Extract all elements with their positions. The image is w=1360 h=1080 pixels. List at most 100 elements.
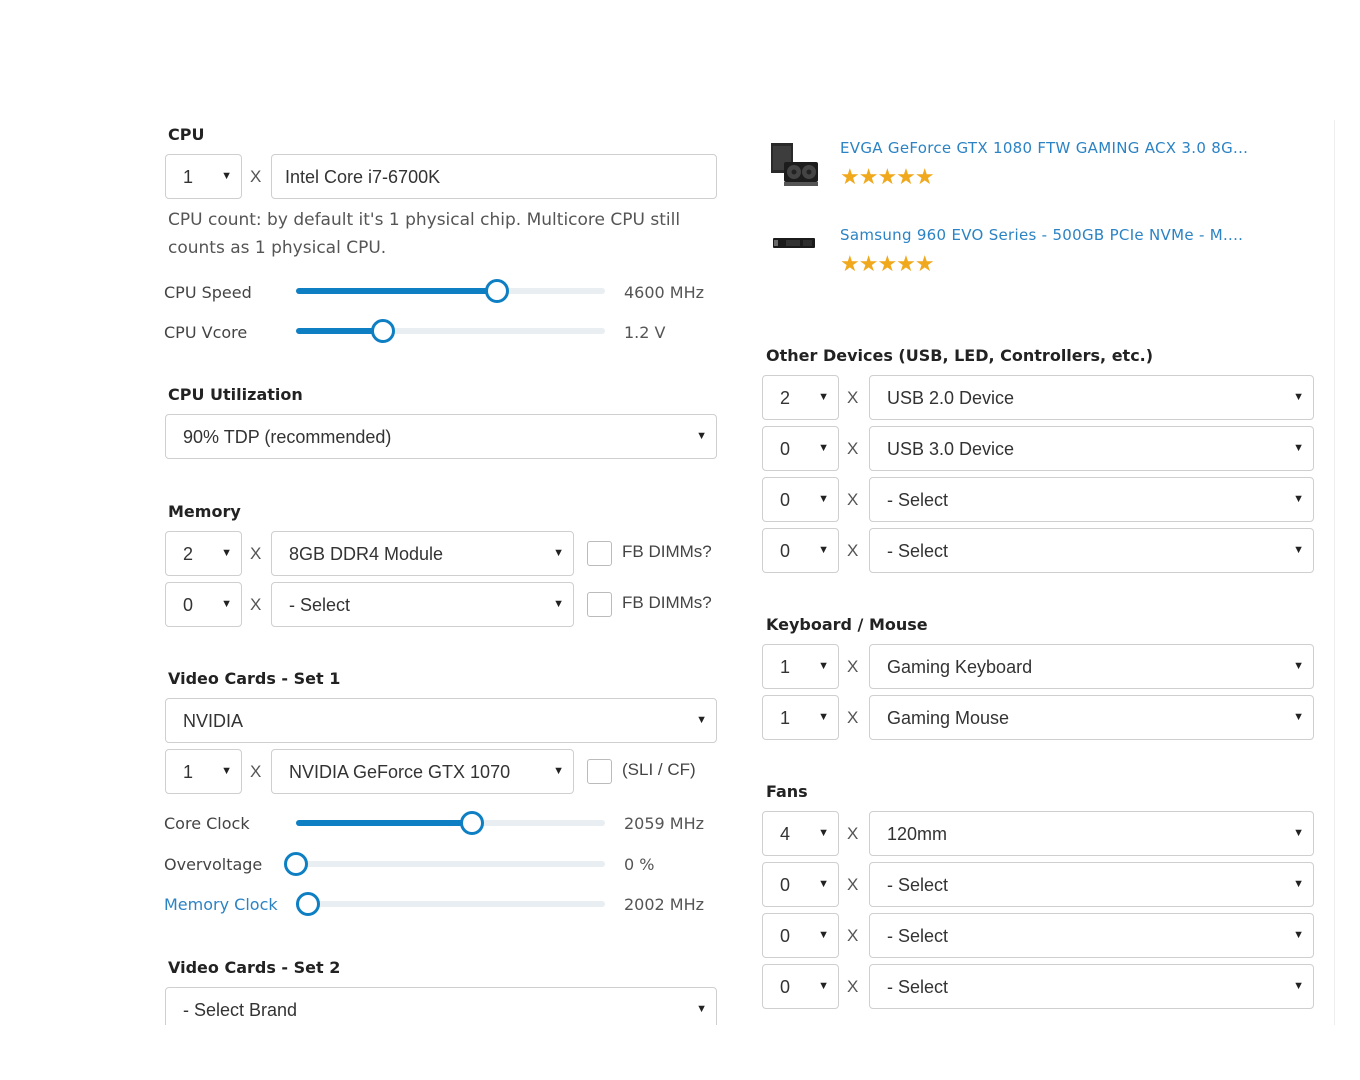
chevron-down-icon: ▼ <box>221 170 232 182</box>
sli-cf-checkbox[interactable] <box>587 759 612 784</box>
fan-select-2[interactable]: - Select ▼ <box>869 862 1314 907</box>
video-set2-brand-select[interactable]: - Select Brand ▼ <box>165 987 717 1025</box>
fan-count-select-4[interactable]: 0 ▼ <box>762 964 839 1009</box>
other-device-select-4[interactable]: - Select ▼ <box>869 528 1314 573</box>
other-device-count-select-3[interactable]: 0 ▼ <box>762 477 839 522</box>
chevron-down-icon: ▼ <box>818 660 829 672</box>
fan-count-select-3[interactable]: 0 ▼ <box>762 913 839 958</box>
memory-count-select-2[interactable]: 0 ▼ <box>165 582 242 627</box>
cpu-utilization-select[interactable]: 90% TDP (recommended) ▼ <box>165 414 717 459</box>
cpu-model-input[interactable]: Intel Core i7-6700K <box>271 154 717 199</box>
fan-value: - Select <box>887 977 949 997</box>
fan-count-select-2[interactable]: 0 ▼ <box>762 862 839 907</box>
cpu-count-select[interactable]: 1 ▼ <box>165 154 242 199</box>
core-clock-handle[interactable] <box>460 811 485 835</box>
mouse-select[interactable]: Gaming Mouse ▼ <box>869 695 1314 740</box>
fan-value: - Select <box>887 926 949 946</box>
video-set1-model-select[interactable]: NVIDIA GeForce GTX 1070 ▼ <box>271 749 574 794</box>
video-set1-count-value: 1 <box>183 762 194 782</box>
chevron-down-icon: ▼ <box>818 391 829 403</box>
chevron-down-icon: ▼ <box>1293 878 1304 890</box>
fan-select-3[interactable]: - Select ▼ <box>869 913 1314 958</box>
fb-dimms-checkbox-2[interactable] <box>587 592 612 617</box>
cpu-vcore-handle[interactable] <box>370 319 395 343</box>
cpu-count-value: 1 <box>183 167 194 187</box>
memory-clock-handle[interactable] <box>296 892 321 916</box>
fan-count-value: 0 <box>780 926 791 946</box>
fan-count-select-1[interactable]: 4 ▼ <box>762 811 839 856</box>
keyboard-count-select[interactable]: 1 ▼ <box>762 644 839 689</box>
product-rating-stars: ★★★★★ <box>840 252 935 277</box>
other-device-count-select-1[interactable]: 2 ▼ <box>762 375 839 420</box>
gpu-product-image[interactable] <box>768 140 820 192</box>
mouse-value: Gaming Mouse <box>887 708 1010 728</box>
other-device-count-value: 0 <box>780 490 791 510</box>
multiplier-sign: X <box>250 167 262 186</box>
video-set1-count-select[interactable]: 1 ▼ <box>165 749 242 794</box>
chevron-down-icon: ▼ <box>1293 493 1304 505</box>
multiplier-sign: X <box>250 595 262 614</box>
chevron-down-icon: ▼ <box>818 711 829 723</box>
mouse-count-value: 1 <box>780 708 791 728</box>
other-device-select-1[interactable]: USB 2.0 Device ▼ <box>869 375 1314 420</box>
other-device-count-select-4[interactable]: 0 ▼ <box>762 528 839 573</box>
chevron-down-icon: ▼ <box>818 980 829 992</box>
fb-dimms-label: FB DIMMs? <box>622 593 712 612</box>
other-device-count-value: 2 <box>780 388 791 408</box>
cpu-vcore-label: CPU Vcore <box>164 323 248 342</box>
video-set2-clip: - Select Brand ▼ <box>165 987 717 1025</box>
cpu-speed-slider[interactable] <box>296 279 605 303</box>
multiplier-sign: X <box>847 708 859 727</box>
cpu-speed-handle[interactable] <box>484 279 509 303</box>
chevron-down-icon: ▼ <box>1293 980 1304 992</box>
chevron-down-icon: ▼ <box>1293 442 1304 454</box>
other-device-value: USB 3.0 Device <box>887 439 1015 459</box>
fan-select-1[interactable]: 120mm ▼ <box>869 811 1314 856</box>
chevron-down-icon: ▼ <box>1293 660 1304 672</box>
chevron-down-icon: ▼ <box>1293 391 1304 403</box>
overvoltage-handle[interactable] <box>284 852 308 876</box>
other-device-select-3[interactable]: - Select ▼ <box>869 477 1314 522</box>
other-device-select-2[interactable]: USB 3.0 Device ▼ <box>869 426 1314 471</box>
overvoltage-label: Overvoltage <box>164 855 263 874</box>
overvoltage-slider[interactable] <box>284 852 605 876</box>
core-clock-slider[interactable] <box>296 811 605 835</box>
mouse-count-select[interactable]: 1 ▼ <box>762 695 839 740</box>
multiplier-sign: X <box>847 657 859 676</box>
other-device-count-select-2[interactable]: 0 ▼ <box>762 426 839 471</box>
chevron-down-icon: ▼ <box>1293 544 1304 556</box>
fan-value: - Select <box>887 875 949 895</box>
memory-module-select-2[interactable]: - Select ▼ <box>271 582 574 627</box>
core-clock-label: Core Clock <box>164 814 250 833</box>
other-device-value: - Select <box>887 490 949 510</box>
cpu-vcore-value: 1.2 V <box>624 323 666 342</box>
video-set2-title: Video Cards - Set 2 <box>168 958 341 977</box>
video-set1-brand-select[interactable]: NVIDIA ▼ <box>165 698 717 743</box>
chevron-down-icon: ▼ <box>553 598 564 610</box>
fan-value: 120mm <box>887 824 948 844</box>
keyboard-count-value: 1 <box>780 657 791 677</box>
chevron-down-icon: ▼ <box>696 430 707 442</box>
chevron-down-icon: ▼ <box>818 827 829 839</box>
ssd-product-image[interactable] <box>772 232 816 254</box>
product-link-gpu[interactable]: EVGA GeForce GTX 1080 FTW GAMING ACX 3.0… <box>840 139 1248 157</box>
memory-clock-slider[interactable] <box>296 892 605 916</box>
cpu-vcore-slider[interactable] <box>296 319 605 343</box>
overvoltage-value: 0 % <box>624 855 655 874</box>
memory-count-select-1[interactable]: 2 ▼ <box>165 531 242 576</box>
chevron-down-icon: ▼ <box>818 493 829 505</box>
product-link-ssd[interactable]: Samsung 960 EVO Series - 500GB PCIe NVMe… <box>840 226 1243 244</box>
multiplier-sign: X <box>250 762 262 781</box>
keyboard-select[interactable]: Gaming Keyboard ▼ <box>869 644 1314 689</box>
chevron-down-icon: ▼ <box>553 547 564 559</box>
chevron-down-icon: ▼ <box>818 544 829 556</box>
cpu-model-value: Intel Core i7-6700K <box>285 167 441 187</box>
memory-clock-link[interactable]: Memory Clock <box>164 895 278 914</box>
multiplier-sign: X <box>847 926 859 945</box>
chevron-down-icon: ▼ <box>818 929 829 941</box>
fan-select-4[interactable]: - Select ▼ <box>869 964 1314 1009</box>
fb-dimms-checkbox-1[interactable] <box>587 541 612 566</box>
core-clock-fill <box>296 820 473 826</box>
memory-module-select-1[interactable]: 8GB DDR4 Module ▼ <box>271 531 574 576</box>
cpu-speed-label: CPU Speed <box>164 283 252 302</box>
